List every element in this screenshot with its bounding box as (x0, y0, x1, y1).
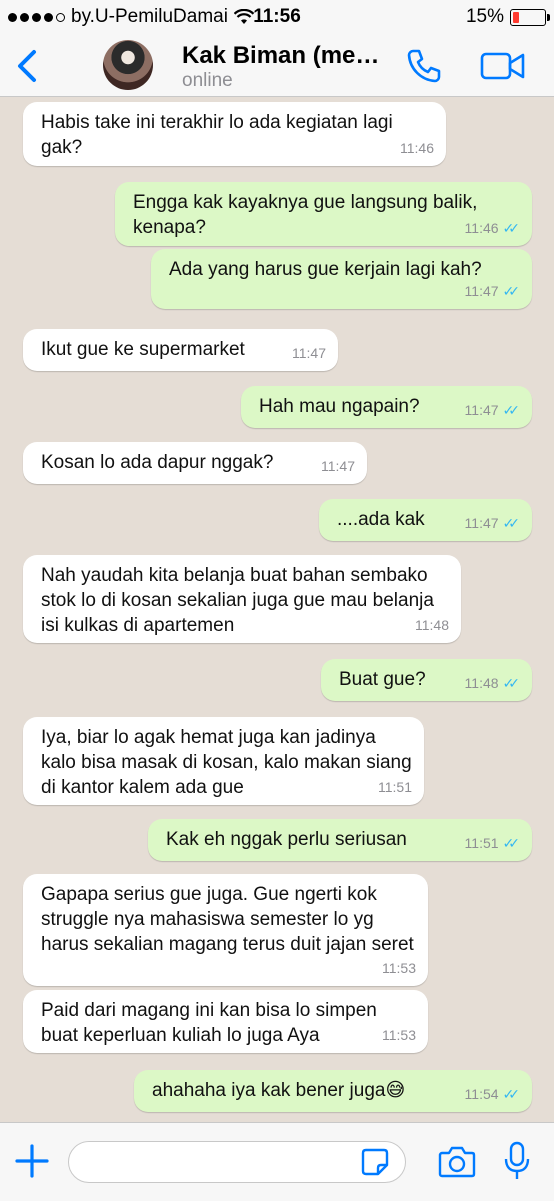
message-time: 11:47 (464, 283, 499, 299)
chat-header: Kak Biman (me… online (0, 34, 554, 97)
message-outgoing[interactable]: Kak eh nggak perlu seriusan 11:51 ✓✓ (148, 819, 532, 861)
message-time: 11:46 (400, 140, 434, 156)
message-incoming[interactable]: Kosan lo ada dapur nggak? 11:47 (23, 442, 367, 484)
message-composer (0, 1122, 554, 1201)
sticker-icon[interactable] (360, 1147, 390, 1177)
message-time: 11:47 (321, 458, 355, 474)
back-chevron-icon[interactable] (10, 46, 46, 86)
phone-icon[interactable] (404, 46, 444, 86)
message-text: Kosan lo ada dapur nggak? (41, 452, 274, 473)
message-incoming[interactable]: Paid dari magang ini kan bisa lo simpen … (23, 990, 428, 1053)
message-text: Hah mau ngapain? (259, 396, 420, 417)
read-receipt-icon: ✓✓ (502, 283, 521, 299)
battery-icon (510, 8, 550, 26)
read-receipt-icon: ✓✓ (502, 402, 521, 418)
status-bar: by.U-PemiluDamai 11:56 15% (0, 0, 554, 34)
message-incoming[interactable]: Habis take ini terakhir lo ada kegiatan … (23, 102, 446, 166)
message-outgoing[interactable]: ....ada kak 11:47 ✓✓ (319, 499, 532, 541)
message-time: 11:54 (464, 1086, 499, 1102)
message-time: 11:46 (464, 220, 499, 236)
message-time: 11:47 (464, 402, 499, 418)
message-input[interactable] (68, 1141, 406, 1183)
message-text: Ada yang harus gue kerjain lagi kah? (169, 259, 482, 280)
message-outgoing[interactable]: Buat gue? 11:48 ✓✓ (321, 659, 532, 701)
contact-name[interactable]: Kak Biman (me… (182, 42, 379, 70)
message-outgoing[interactable]: Hah mau ngapain? 11:47 ✓✓ (241, 386, 532, 428)
message-outgoing[interactable]: Engga kak kayaknya gue langsung balik, k… (115, 182, 532, 246)
message-text: Kak eh nggak perlu seriusan (166, 829, 407, 850)
message-time: 11:47 (464, 515, 499, 531)
plus-icon[interactable] (14, 1143, 50, 1179)
message-text: Nah yaudah kita belanja buat bahan semba… (41, 565, 434, 636)
message-time: 11:53 (382, 1027, 416, 1043)
camera-icon[interactable] (438, 1145, 476, 1179)
read-receipt-icon: ✓✓ (502, 515, 521, 531)
message-text: Iya, biar lo agak hemat juga kan jadinya… (41, 727, 412, 798)
read-receipt-icon: ✓✓ (502, 1086, 521, 1102)
read-receipt-icon: ✓✓ (502, 675, 521, 691)
message-incoming[interactable]: Iya, biar lo agak hemat juga kan jadinya… (23, 717, 424, 805)
message-text: Ikut gue ke supermarket (41, 339, 245, 360)
message-text: Engga kak kayaknya gue langsung balik, k… (133, 192, 478, 238)
message-time: 11:51 (464, 835, 499, 851)
message-time: 11:53 (382, 960, 416, 976)
message-text: Gapapa serius gue juga. Gue ngerti kok s… (41, 884, 414, 955)
battery-percentage: 15% (465, 6, 504, 27)
contact-avatar[interactable] (103, 40, 153, 90)
message-outgoing[interactable]: Ada yang harus gue kerjain lagi kah? 11:… (151, 249, 532, 309)
message-outgoing[interactable]: ahahaha iya kak bener juga😅 11:54 ✓✓ (134, 1070, 532, 1112)
message-incoming[interactable]: Ikut gue ke supermarket 11:47 (23, 329, 338, 371)
contact-status: online (182, 70, 233, 91)
message-text: ahahaha iya kak bener juga😅 (152, 1080, 406, 1101)
message-list[interactable]: Habis take ini terakhir lo ada kegiatan … (0, 97, 554, 1122)
microphone-icon[interactable] (504, 1141, 530, 1181)
message-time: 11:51 (378, 779, 412, 795)
battery-group: 15% (465, 6, 550, 28)
message-time: 11:47 (292, 345, 326, 361)
message-text: Buat gue? (339, 669, 426, 690)
read-receipt-icon: ✓✓ (502, 835, 521, 851)
message-time: 11:48 (464, 675, 499, 691)
read-receipt-icon: ✓✓ (502, 220, 521, 236)
video-camera-icon[interactable] (480, 50, 526, 82)
message-text: ....ada kak (337, 509, 425, 530)
message-incoming[interactable]: Gapapa serius gue juga. Gue ngerti kok s… (23, 874, 428, 986)
message-time: 11:48 (415, 617, 449, 633)
message-text: Habis take ini terakhir lo ada kegiatan … (41, 112, 393, 158)
message-incoming[interactable]: Nah yaudah kita belanja buat bahan semba… (23, 555, 461, 643)
message-text: Paid dari magang ini kan bisa lo simpen … (41, 1000, 377, 1046)
